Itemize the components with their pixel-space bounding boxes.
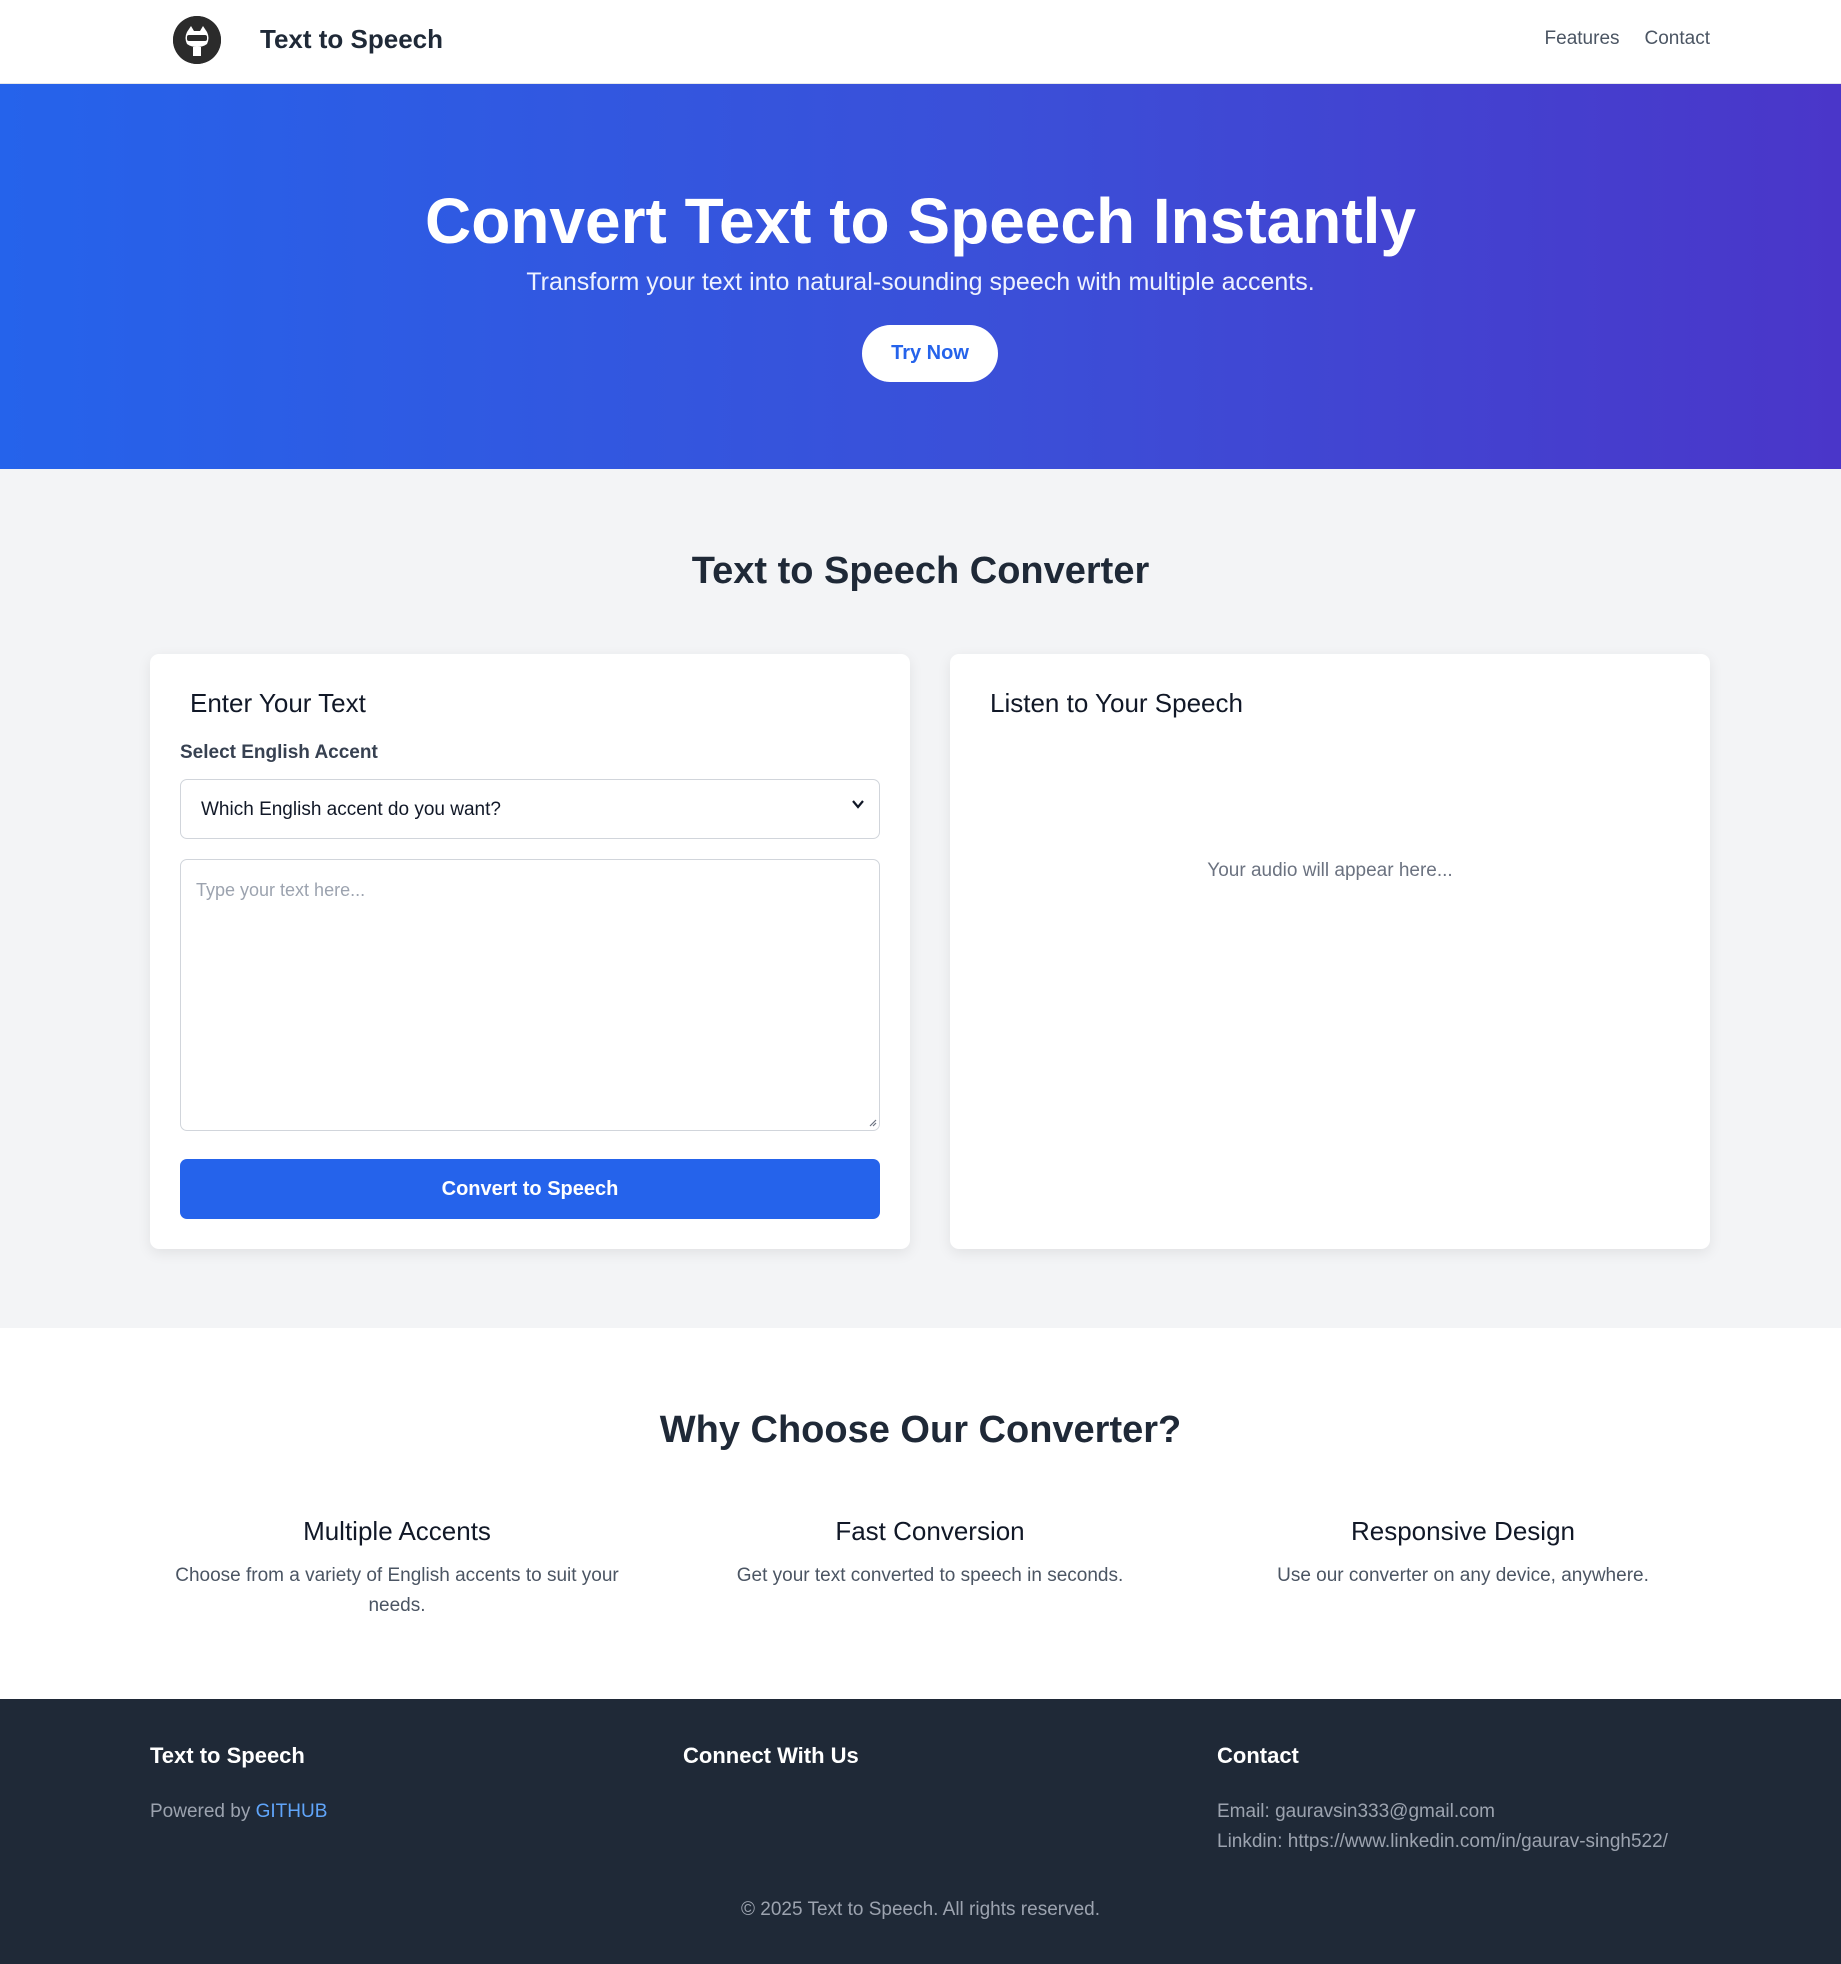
text-input-placeholder: Type your text here... bbox=[196, 880, 366, 900]
feature-title: Multiple Accents bbox=[303, 1516, 491, 1546]
footer-contact-title: Contact bbox=[1217, 1743, 1299, 1768]
audio-placeholder: Your audio will appear here... bbox=[1207, 860, 1453, 881]
feature-desc: Get your text converted to speech in sec… bbox=[736, 1565, 1124, 1586]
footer: Text to Speech Powered by GITHUB Connect… bbox=[0, 1699, 1841, 1964]
feature-title: Fast Conversion bbox=[835, 1516, 1025, 1546]
nav-link-features[interactable]: Features bbox=[1545, 28, 1620, 50]
powered-by-prefix: Powered by bbox=[150, 1801, 256, 1822]
footer-powered-by: Powered by GITHUB bbox=[150, 1797, 327, 1827]
footer-linkedin: Linkdin: https://www.linkedin.com/in/gau… bbox=[1217, 1831, 1668, 1852]
feature-desc: Choose from a variety of English accents… bbox=[175, 1565, 619, 1616]
output-card-title: Listen to Your Speech bbox=[990, 688, 1243, 718]
footer-connect-title: Connect With Us bbox=[683, 1743, 859, 1768]
chevron-down-icon bbox=[851, 797, 865, 816]
features-title: Why Choose Our Converter? bbox=[659, 1409, 1182, 1451]
hero-subtitle: Transform your text into natural-soundin… bbox=[526, 268, 1315, 296]
accent-select-value: Which English accent do you want? bbox=[201, 799, 501, 820]
features-section: Why Choose Our Converter? Multiple Accen… bbox=[0, 1328, 1841, 1699]
footer-email: Email: gauravsin333@gmail.com bbox=[1217, 1801, 1496, 1822]
resize-grip-icon[interactable] bbox=[867, 1116, 877, 1130]
footer-brand-title: Text to Speech bbox=[150, 1743, 305, 1768]
converter-section: Text to Speech Converter Enter Your Text… bbox=[0, 469, 1841, 1328]
hero-section: Convert Text to Speech Instantly Transfo… bbox=[0, 84, 1841, 469]
output-card: Listen to Your Speech Your audio will ap… bbox=[950, 654, 1710, 1249]
input-card: Enter Your Text Select English Accent Wh… bbox=[150, 654, 910, 1249]
accent-select[interactable]: Which English accent do you want? bbox=[180, 779, 880, 839]
footer-contact-column: Contact Email: gauravsin333@gmail.com Li… bbox=[1217, 1743, 1668, 1857]
footer-brand-column: Text to Speech Powered by GITHUB bbox=[150, 1743, 327, 1827]
github-logo-icon[interactable] bbox=[173, 16, 221, 64]
text-input[interactable]: Type your text here... bbox=[180, 859, 880, 1131]
brand-name[interactable]: Text to Speech bbox=[260, 24, 443, 55]
input-card-title: Enter Your Text bbox=[190, 688, 366, 718]
hero-title: Convert Text to Speech Instantly bbox=[425, 185, 1416, 257]
nav-links: Features Contact bbox=[1545, 28, 1710, 50]
feature-item: Multiple Accents Choose from a variety o… bbox=[157, 1516, 637, 1621]
convert-button[interactable]: Convert to Speech bbox=[180, 1159, 880, 1219]
footer-connect-column: Connect With Us bbox=[683, 1743, 859, 1797]
feature-item: Responsive Design Use our converter on a… bbox=[1223, 1516, 1703, 1591]
feature-title: Responsive Design bbox=[1350, 1516, 1575, 1546]
converter-title: Text to Speech Converter bbox=[691, 550, 1150, 592]
feature-desc: Use our converter on any device, anywher… bbox=[1277, 1565, 1649, 1586]
nav-link-contact[interactable]: Contact bbox=[1645, 28, 1710, 50]
feature-item: Fast Conversion Get your text converted … bbox=[690, 1516, 1170, 1591]
accent-label: Select English Accent bbox=[180, 742, 378, 763]
top-navbar: Text to Speech Features Contact bbox=[0, 0, 1841, 84]
copyright: © 2025 Text to Speech. All rights reserv… bbox=[740, 1899, 1100, 1920]
try-now-button[interactable]: Try Now bbox=[862, 325, 998, 382]
github-link[interactable]: GITHUB bbox=[256, 1801, 328, 1822]
